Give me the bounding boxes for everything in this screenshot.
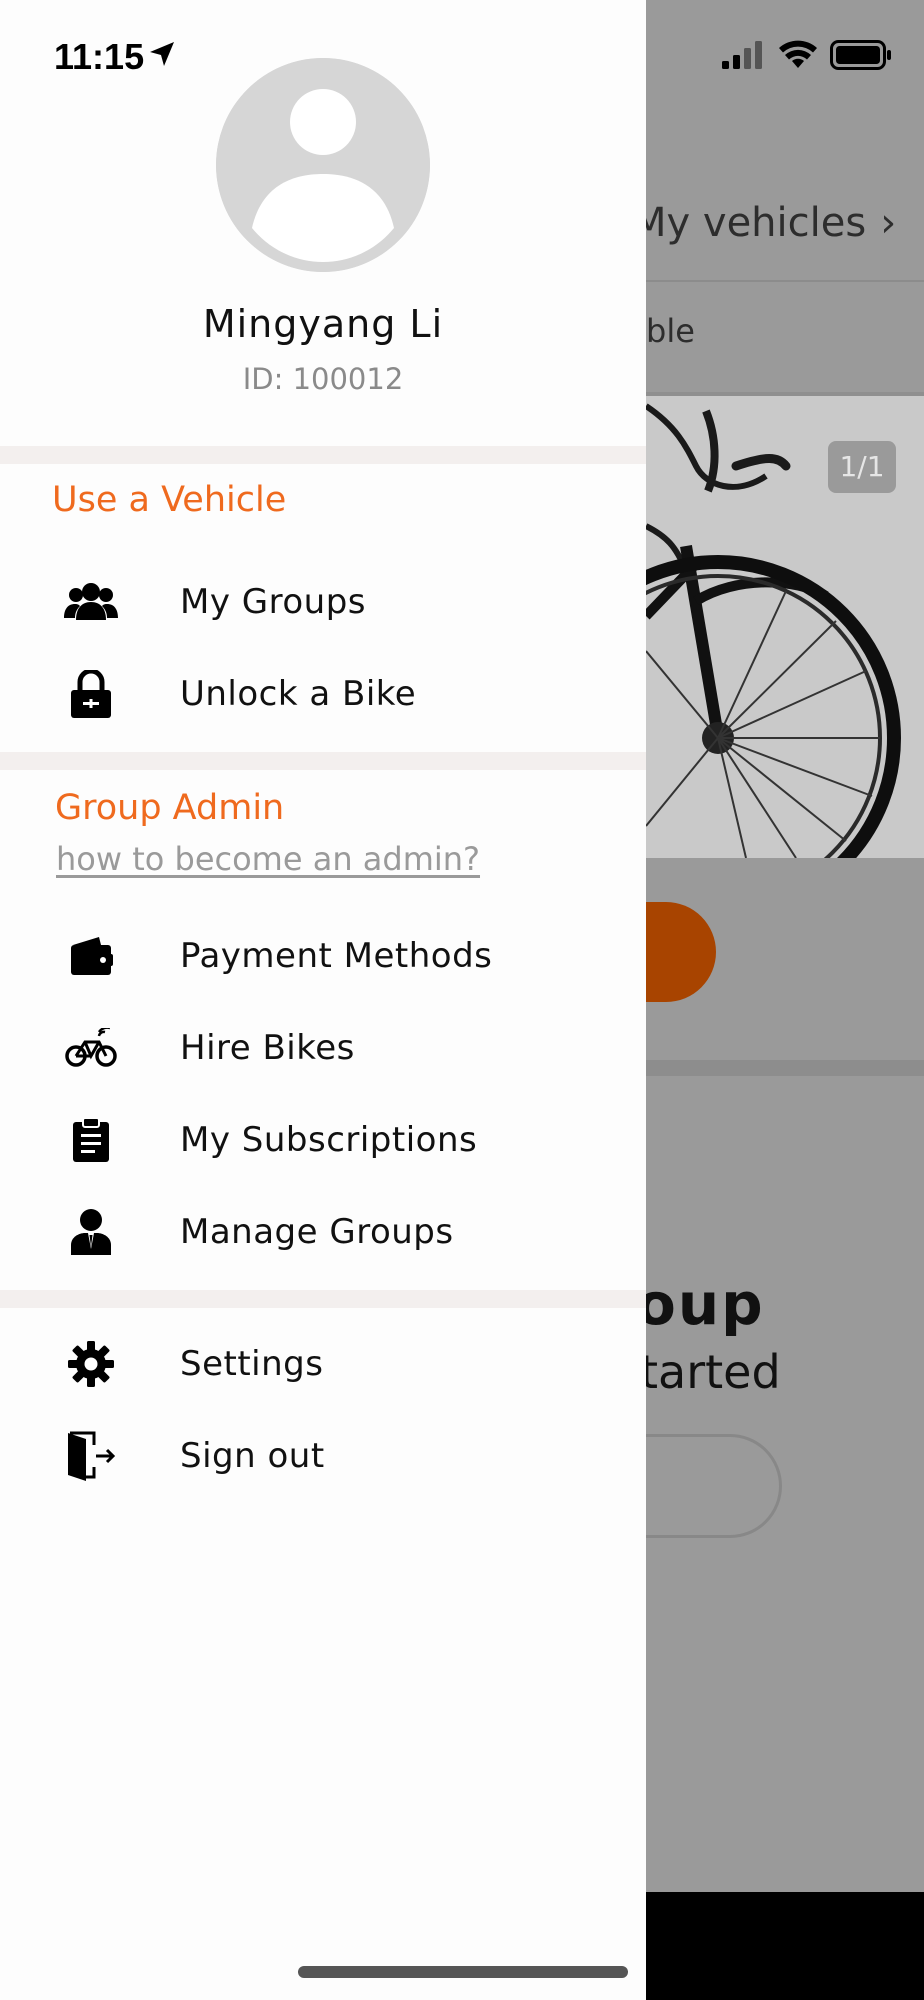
avatar[interactable] <box>216 58 430 272</box>
menu-label: My Subscriptions <box>180 1120 478 1160</box>
signal-icon <box>722 41 762 69</box>
menu-label: Sign out <box>180 1436 325 1476</box>
menu-label: My Groups <box>180 582 366 622</box>
gear-icon <box>64 1337 118 1391</box>
menu-item-hire-bikes[interactable]: Hire Bikes <box>0 1008 646 1088</box>
menu-item-payment-methods[interactable]: Payment Methods <box>0 916 646 996</box>
group-icon <box>64 575 118 629</box>
my-vehicles-link[interactable]: My vehicles › <box>632 200 896 246</box>
menu-item-manage-groups[interactable]: Manage Groups <box>0 1192 646 1272</box>
admin-user-icon <box>64 1205 118 1259</box>
menu-item-sign-out[interactable]: Sign out <box>0 1416 646 1496</box>
status-time: 11:15 <box>54 36 145 77</box>
section-divider <box>0 446 646 464</box>
navigation-drawer: 11:15 Mingyang Li ID: 100012 Use a Vehic… <box>0 0 646 2000</box>
home-indicator[interactable] <box>298 1966 628 1978</box>
bottom-bar <box>646 1892 924 2000</box>
section-divider <box>0 1290 646 1308</box>
menu-item-my-subscriptions[interactable]: My Subscriptions <box>0 1100 646 1180</box>
become-admin-link[interactable]: how to become an admin? <box>56 840 480 878</box>
menu-label: Manage Groups <box>180 1212 454 1252</box>
menu-label: Hire Bikes <box>180 1028 355 1068</box>
divider <box>646 280 924 282</box>
my-vehicles-label: My vehicles <box>632 200 867 246</box>
location-arrow-icon <box>150 42 174 66</box>
bike-icon <box>64 1021 118 1075</box>
menu-item-my-groups[interactable]: My Groups <box>0 562 646 642</box>
get-started-text: tarted <box>640 1345 781 1399</box>
section-divider <box>0 752 646 770</box>
available-label: ble <box>646 312 695 350</box>
user-name: Mingyang Li <box>202 302 444 346</box>
menu-label: Settings <box>180 1344 324 1384</box>
sign-out-icon <box>64 1429 118 1483</box>
wifi-icon <box>779 40 817 68</box>
section-title-group-admin: Group Admin <box>55 788 285 828</box>
wallet-icon <box>64 929 118 983</box>
user-placeholder-icon <box>216 58 430 272</box>
group-heading: oup <box>636 1270 765 1338</box>
section-divider <box>646 1060 924 1076</box>
status-indicators <box>722 40 892 70</box>
menu-label: Unlock a Bike <box>180 674 417 714</box>
photo-counter: 1/1 <box>828 441 896 493</box>
menu-label: Payment Methods <box>180 936 493 976</box>
section-title-use-vehicle: Use a Vehicle <box>52 480 287 520</box>
chevron-right-icon: › <box>880 200 897 246</box>
clipboard-icon <box>64 1113 118 1167</box>
battery-icon <box>830 40 891 70</box>
lock-icon <box>64 667 118 721</box>
menu-item-unlock-bike[interactable]: Unlock a Bike <box>0 654 646 734</box>
user-id: ID: 100012 <box>242 362 404 396</box>
menu-item-settings[interactable]: Settings <box>0 1324 646 1404</box>
